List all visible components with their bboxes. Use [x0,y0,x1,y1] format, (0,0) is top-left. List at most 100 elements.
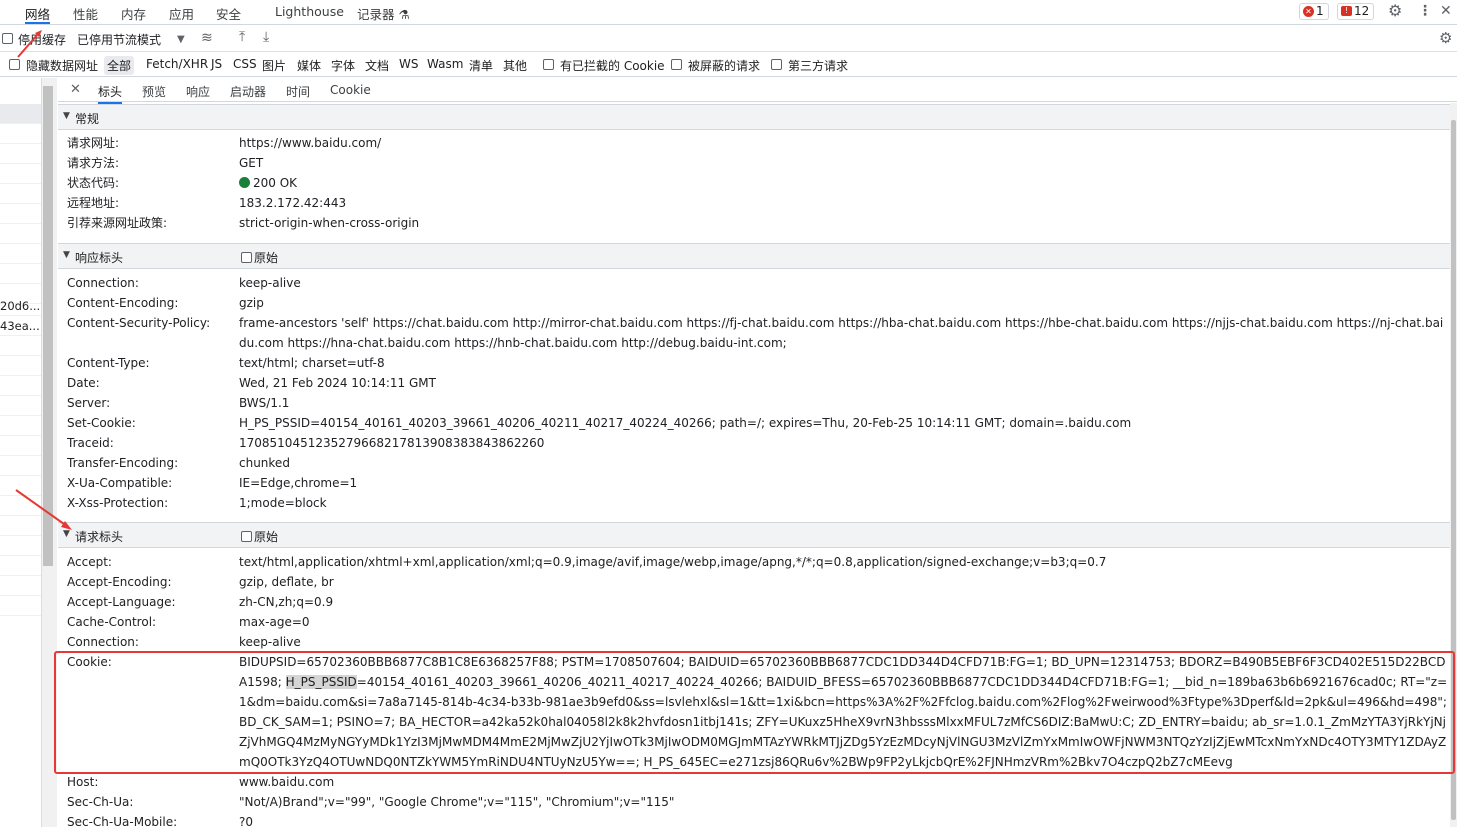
filter-fetch-xhr[interactable]: Fetch/XHR [146,57,208,71]
header-key: Set-Cookie: [67,416,136,430]
close-detail-icon[interactable]: ✕ [70,83,81,97]
header-key: Connection: [67,276,139,290]
tab-security[interactable]: 安全 [216,4,241,24]
list-item[interactable] [0,396,41,416]
list-item[interactable] [0,144,41,164]
header-value: IE=Edge,chrome=1 [239,476,358,490]
header-value: frame-ancestors 'self' https://chat.baid… [239,316,1444,350]
tab-recorder[interactable]: 记录器 ⚗ [357,4,410,24]
list-item[interactable] [0,556,41,576]
request-headers-section-header[interactable]: ▼ 请求标头 原始 [58,522,1450,548]
raw-label: 原始 [254,530,279,544]
header-value: gzip [239,296,264,310]
list-item[interactable]: 43ea... [0,316,41,336]
filter-manifest[interactable]: 清单 [469,57,493,74]
header-value: www.baidu.com [239,775,335,789]
header-value: https://www.baidu.com/ [239,136,382,150]
chevron-down-icon[interactable]: ▼ [177,33,185,47]
arrow-line [15,489,65,525]
throttle-select[interactable]: 已停用节流模式 [77,31,161,48]
filter-media[interactable]: 媒体 [297,57,321,74]
filter-img[interactable]: 图片 [262,57,286,74]
list-item[interactable] [0,536,41,556]
upload-icon[interactable]: ⤒ [239,30,245,44]
header-key: Host: [67,775,99,789]
tab-lighthouse[interactable]: Lighthouse [275,4,344,24]
list-item[interactable] [0,416,41,436]
status-value: 200 OK [239,173,1449,193]
tab-initiator[interactable]: 启动器 [230,83,266,100]
list-item[interactable] [0,376,41,396]
filter-js[interactable]: JS [211,57,222,71]
hide-data-urls-checkbox[interactable] [9,59,20,70]
error-count: 1 [1316,4,1324,18]
filter-wasm[interactable]: Wasm [427,57,463,71]
header-value: strict-origin-when-cross-origin [239,216,420,230]
list-item[interactable] [0,456,41,476]
filter-font[interactable]: 字体 [331,57,355,74]
header-value: max-age=0 [239,615,310,629]
header-key: Transfer-Encoding: [67,456,179,470]
header-value: text/html; charset=utf-8 [239,356,385,370]
filter-doc[interactable]: 文档 [365,57,389,74]
network-settings-icon[interactable]: ⚙ [1439,31,1452,46]
filter-css[interactable]: CSS [233,57,257,71]
header-value: ?0 [239,815,254,827]
close-icon[interactable]: ✕ [1440,4,1452,18]
header-value: chunked [239,456,290,470]
header-value: "Not/A)Brand";v="99", "Google Chrome";v=… [239,795,675,809]
list-item[interactable] [0,436,41,456]
issues-icon: ! [1341,6,1352,16]
tab-application[interactable]: 应用 [169,4,194,24]
list-item[interactable] [0,124,41,144]
list-item[interactable] [0,596,41,616]
more-options-icon[interactable]: ⋮ [1418,4,1432,18]
response-headers-section-header[interactable]: ▼ 响应标头 原始 [58,243,1450,269]
list-item[interactable] [0,336,41,356]
header-value: 170851045123527966821781390838384386​226… [239,436,545,450]
list-item[interactable] [0,356,41,376]
error-badge[interactable]: ✕ 1 [1299,3,1329,20]
list-item[interactable] [0,576,41,596]
blocked-cookies-checkbox[interactable] [543,59,554,70]
list-item[interactable] [0,204,41,224]
list-item[interactable] [0,264,41,284]
filter-other[interactable]: 其他 [503,57,527,74]
general-section-header[interactable]: ▼ 常规 [58,104,1450,130]
filter-ws[interactable]: WS [399,57,418,71]
issues-count: 12 [1354,4,1370,18]
wifi-conditions-icon[interactable]: ≋ [201,31,213,45]
status-ok-icon [239,177,250,188]
tab-headers[interactable]: 标头 [98,83,123,104]
list-item[interactable] [0,184,41,204]
header-key: 请求方法: [67,156,120,170]
header-value: gzip, deflate, br [239,575,334,589]
tab-performance[interactable]: 性能 [73,4,98,24]
list-item[interactable] [0,164,41,184]
filter-all[interactable]: 全部 [104,56,135,75]
triangle-down-icon: ▼ [63,111,70,121]
header-key: X-Xss-Protection: [67,496,169,510]
settings-gear-icon[interactable]: ⚙ [1388,3,1402,19]
header-key: Sec-Ch-Ua-Mobile: [67,815,178,827]
list-item[interactable] [0,224,41,244]
tab-cookies[interactable]: Cookie [330,83,371,97]
flask-icon: ⚗ [398,7,410,22]
list-item[interactable]: 20d6... [0,296,41,316]
tab-response[interactable]: 响应 [186,83,210,100]
issues-badge[interactable]: ! 12 [1337,3,1375,20]
download-icon[interactable]: ⤓ [263,30,269,44]
tab-memory[interactable]: 内存 [121,4,146,24]
list-item[interactable] [0,244,41,264]
raw-checkbox[interactable] [241,252,252,263]
blocked-requests-checkbox[interactable] [671,59,682,70]
third-party-checkbox[interactable] [771,59,782,70]
tab-timing[interactable]: 时间 [286,83,310,100]
annotation-arrow-top [17,30,42,58]
arrow-line [17,33,39,58]
raw-checkbox[interactable] [241,531,252,542]
list-item[interactable] [0,104,41,124]
raw-label: 原始 [254,251,279,265]
tab-preview[interactable]: 预览 [142,83,166,100]
header-key: Server: [67,396,111,410]
